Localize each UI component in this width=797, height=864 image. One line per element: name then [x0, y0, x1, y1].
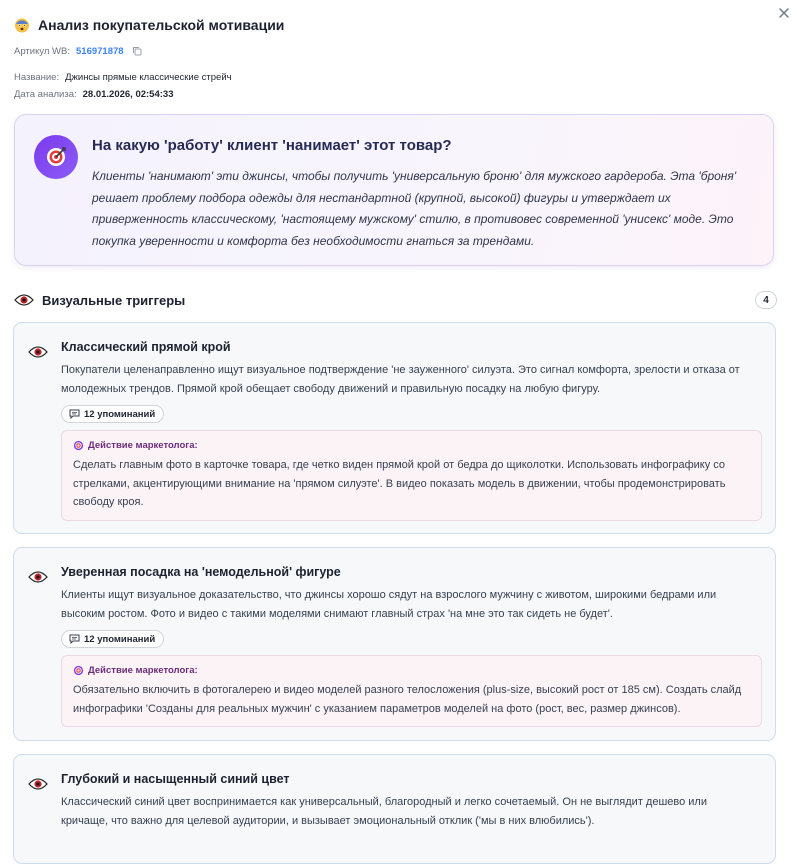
- product-name: Джинсы прямые классические стрейч: [65, 71, 232, 83]
- trigger-description: Клиенты ищут визуальное доказательство, …: [61, 589, 717, 620]
- action-label: Действие маркетолога:: [88, 665, 198, 676]
- trigger-title: Уверенная посадка на 'немодельной' фигур…: [61, 565, 341, 579]
- date-row: Дата анализа: 28.01.2026, 02:54:33: [14, 87, 777, 101]
- mentions-badge: 12 упоминаний: [61, 405, 165, 423]
- marketer-action-header: Действие маркетолога:: [73, 665, 198, 676]
- trigger-description: Классический синий цвет воспринимается к…: [61, 796, 707, 827]
- close-icon[interactable]: [777, 6, 791, 20]
- visual-triggers-header: Визуальные триггеры 4: [14, 290, 777, 310]
- page-title: Анализ покупательской мотивации: [38, 17, 285, 33]
- article-link[interactable]: 516971878: [76, 46, 124, 57]
- chat-bubble-icon: [69, 634, 80, 644]
- trigger-title: Классический прямой крой: [61, 340, 231, 354]
- trigger-description: Покупатели целенаправленно ищут визуальн…: [61, 364, 740, 395]
- mentions-count: 12 упоминаний: [84, 633, 156, 645]
- action-text: Обязательно включить в фотогалерею и вид…: [73, 684, 742, 715]
- article-label: Артикул WB:: [14, 45, 70, 57]
- target-icon: [47, 147, 66, 166]
- mentions-count: 12 упоминаний: [84, 408, 156, 420]
- analysis-date: 28.01.2026, 02:54:33: [82, 88, 174, 100]
- jtbd-card: На какую 'работу' клиент 'нанимает' этот…: [14, 114, 774, 266]
- marketer-action: Действие маркетолога: Обязательно включи…: [61, 655, 762, 727]
- trigger-title: Глубокий и насыщенный синий цвет: [61, 772, 290, 786]
- header: Анализ покупательской мотивации Артикул …: [14, 14, 777, 101]
- section-title: Визуальные триггеры: [42, 292, 186, 308]
- marketer-action: Действие маркетолога: Сделать главным фо…: [61, 430, 762, 521]
- target-icon: [73, 440, 84, 451]
- trigger-card: Классический прямой крой Покупатели целе…: [13, 322, 776, 534]
- eye-icon: [28, 571, 48, 583]
- date-label: Дата анализа:: [14, 88, 77, 100]
- eye-icon: [28, 346, 48, 358]
- title-row: Анализ покупательской мотивации: [14, 14, 777, 36]
- target-icon: [73, 665, 84, 676]
- chat-bubble-icon: [69, 409, 80, 419]
- trigger-count-badge: 4: [755, 291, 777, 309]
- marketer-action-header: Действие маркетолога:: [73, 440, 198, 451]
- jtbd-answer: Клиенты 'нанимают' эти джинсы, чтобы пол…: [92, 169, 737, 248]
- eye-icon: [28, 778, 48, 790]
- article-row: Артикул WB: 516971878: [14, 44, 777, 58]
- action-text: Сделать главным фото в карточке товара, …: [73, 459, 726, 508]
- name-label: Название:: [14, 71, 60, 83]
- jtbd-question: На какую 'работу' клиент 'нанимает' этот…: [92, 137, 452, 154]
- mentions-badge: 12 упоминаний: [61, 630, 165, 648]
- jtbd-badge: [34, 135, 78, 179]
- name-row: Название: Джинсы прямые классические стр…: [14, 70, 777, 84]
- eye-icon: [14, 294, 34, 306]
- trigger-card: Уверенная посадка на 'немодельной' фигур…: [13, 547, 776, 741]
- shocked-face-icon: [15, 18, 29, 33]
- copy-icon[interactable]: [132, 46, 142, 56]
- action-label: Действие маркетолога:: [88, 440, 198, 451]
- trigger-card: Глубокий и насыщенный синий цвет Классич…: [13, 754, 776, 864]
